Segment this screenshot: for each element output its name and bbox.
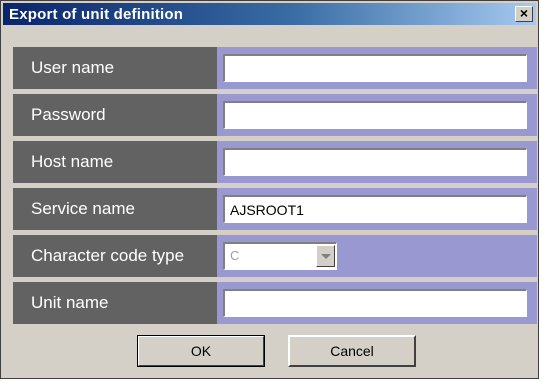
chevron-down-icon[interactable] [316,245,335,267]
password-label: Password [13,94,217,136]
character-code-type-label: Character code type [13,235,217,277]
title-bar[interactable]: Export of unit definition × [3,3,536,25]
unit-name-row: Unit name [13,282,537,324]
password-row: Password [13,94,537,136]
character-code-type-select[interactable]: C [223,242,337,270]
export-unit-definition-dialog: Export of unit definition × User name Pa… [0,0,539,379]
user-name-label: User name [13,47,217,89]
unit-name-label: Unit name [13,282,217,324]
character-code-type-row: Character code type C [13,235,537,277]
close-icon: × [519,5,529,21]
ok-button[interactable]: OK [137,335,265,367]
host-name-input[interactable] [223,148,527,176]
service-name-row: Service name [13,188,537,230]
user-name-input[interactable] [223,54,527,82]
password-input[interactable] [223,101,527,129]
user-name-row: User name [13,47,537,89]
host-name-label: Host name [13,141,217,183]
close-button[interactable]: × [515,6,533,22]
host-name-row: Host name [13,141,537,183]
dialog-title: Export of unit definition [9,6,184,23]
cancel-button[interactable]: Cancel [288,335,416,367]
unit-name-input[interactable] [223,289,527,317]
character-code-type-value: C [230,248,240,263]
service-name-label: Service name [13,188,217,230]
service-name-input[interactable] [223,195,527,223]
